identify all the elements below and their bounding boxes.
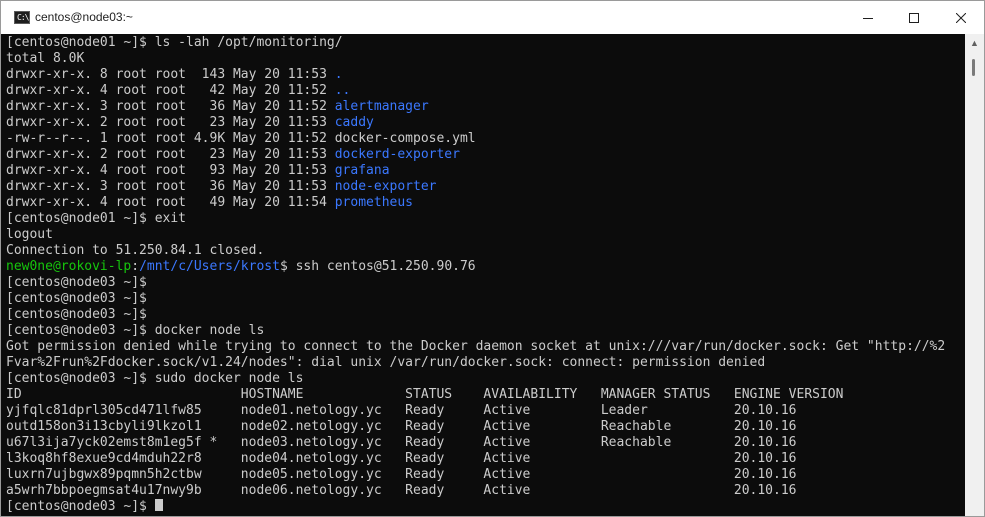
minimize-button[interactable] <box>845 1 891 34</box>
terminal-line: drwxr-xr-x. 2 root root 23 May 20 11:53 … <box>6 147 460 163</box>
terminal-line: total 8.0K <box>6 51 84 67</box>
terminal-text-segment: drwxr-xr-x. 4 root root 93 May 20 11:53 <box>6 163 335 178</box>
terminal-text-segment: drwxr-xr-x. 4 root root 49 May 20 11:54 <box>6 195 335 210</box>
terminal-window: C:\ centos@node03:~ [centos@node01 ~]$ l… <box>0 0 985 517</box>
terminal-text-segment: Connection to 51.250.84.1 closed. <box>6 243 265 258</box>
terminal-text-segment: Got permission denied while trying to co… <box>6 339 946 354</box>
terminal-line: [centos@node03 ~]$ <box>6 291 147 307</box>
terminal-text-segment: drwxr-xr-x. 3 root root 36 May 20 11:52 <box>6 99 335 114</box>
terminal-text-segment: . <box>334 67 343 82</box>
close-icon <box>956 12 966 23</box>
terminal-text-segment: : <box>131 259 140 274</box>
terminal-line: outd158on3i13cbyli9lkzol1 node02.netolog… <box>6 419 797 435</box>
terminal-line: drwxr-xr-x. 3 root root 36 May 20 11:52 … <box>6 99 429 115</box>
terminal-line: drwxr-xr-x. 8 root root 143 May 20 11:53… <box>6 67 343 83</box>
terminal-line: a5wrh7bbpoegmsat4u17nwy9b node06.netolog… <box>6 483 797 499</box>
terminal-text-segment: Fvar%2Frun%2Fdocker.sock/v1.24/nodes": d… <box>6 355 766 370</box>
terminal-line: u67l3ija7yck02emst8m1eg5f * node03.netol… <box>6 435 797 451</box>
terminal-text-segment: caddy <box>334 115 374 130</box>
terminal-line: [centos@node01 ~]$ exit <box>6 211 186 227</box>
terminal-text-segment: /mnt/c/Users/krost <box>139 259 280 274</box>
terminal-text-segment: -rw-r--r--. 1 root root 4.9K May 20 11:5… <box>6 131 476 146</box>
terminal-cursor <box>154 499 163 511</box>
terminal-text-segment: new0ne@rokovi-lp <box>6 259 132 274</box>
terminal-line: Got permission denied while trying to co… <box>6 339 945 355</box>
terminal-text-segment: total 8.0K <box>6 51 85 66</box>
terminal-line: yjfqlc81dprl305cd471lfw85 node01.netolog… <box>6 403 797 419</box>
terminal-text-segment: .. <box>334 83 351 98</box>
terminal-text-segment: u67l3ija7yck02emst8m1eg5f * node03.netol… <box>6 435 797 450</box>
terminal-line: [centos@node03 ~]$ <box>6 275 147 291</box>
terminal-text-segment: [centos@node01 ~]$ exit <box>6 211 187 226</box>
terminal-text-segment: [centos@node03 ~]$ <box>6 499 155 514</box>
minimize-icon <box>863 17 873 19</box>
terminal-line: [centos@node03 ~]$ <box>6 307 147 323</box>
terminal-text-segment: a5wrh7bbpoegmsat4u17nwy9b node06.netolog… <box>6 483 797 498</box>
terminal-text-segment: logout <box>6 227 53 242</box>
terminal-text-segment: drwxr-xr-x. 4 root root 42 May 20 11:52 <box>6 83 335 98</box>
terminal-output[interactable]: [centos@node01 ~]$ ls -lah /opt/monitori… <box>1 34 965 516</box>
terminal-line: l3koq8hf8exue9cd4mduh22r8 node04.netolog… <box>6 451 797 467</box>
title-bar[interactable]: C:\ centos@node03:~ <box>1 1 984 34</box>
terminal-line: Fvar%2Frun%2Fdocker.sock/v1.24/nodes": d… <box>6 355 765 371</box>
terminal-app-icon[interactable]: C:\ <box>14 11 30 24</box>
terminal-line: drwxr-xr-x. 2 root root 23 May 20 11:53 … <box>6 115 374 131</box>
terminal-line: Connection to 51.250.84.1 closed. <box>6 243 264 259</box>
terminal-text-segment: [centos@node03 ~]$ <box>6 291 147 306</box>
vertical-scrollbar[interactable]: ▲ <box>965 34 984 516</box>
terminal-text-segment: drwxr-xr-x. 2 root root 23 May 20 11:53 <box>6 147 335 162</box>
terminal-line: drwxr-xr-x. 3 root root 36 May 20 11:53 … <box>6 179 436 195</box>
terminal-text-segment: [centos@node03 ~]$ docker node ls <box>6 323 265 338</box>
terminal-text-segment: drwxr-xr-x. 3 root root 36 May 20 11:53 <box>6 179 335 194</box>
terminal-line: drwxr-xr-x. 4 root root 49 May 20 11:54 … <box>6 195 413 211</box>
terminal-line: logout <box>6 227 53 243</box>
terminal-line: [centos@node03 ~]$ sudo docker node ls <box>6 371 303 387</box>
terminal-text-segment: [centos@node03 ~]$ <box>6 275 147 290</box>
terminal-line: ID HOSTNAME STATUS AVAILABILITY MANAGER … <box>6 387 843 403</box>
terminal-text-segment: node-exporter <box>334 179 437 194</box>
scroll-up-arrow-icon[interactable]: ▲ <box>965 36 984 50</box>
terminal-line: drwxr-xr-x. 4 root root 93 May 20 11:53 … <box>6 163 390 179</box>
terminal-text-segment: grafana <box>334 163 390 178</box>
terminal-line: drwxr-xr-x. 4 root root 42 May 20 11:52 … <box>6 83 350 99</box>
terminal-line: -rw-r--r--. 1 root root 4.9K May 20 11:5… <box>6 131 476 147</box>
terminal-text-segment: $ ssh centos@51.250.90.76 <box>279 259 476 274</box>
terminal-text-segment: dockerd-exporter <box>334 147 460 162</box>
terminal-text-segment: [centos@node03 ~]$ sudo docker node ls <box>6 371 304 386</box>
terminal-text-segment: ID HOSTNAME STATUS AVAILABILITY MANAGER … <box>6 387 844 402</box>
terminal-text-segment: yjfqlc81dprl305cd471lfw85 node01.netolog… <box>6 403 797 418</box>
window-title: centos@node03:~ <box>35 10 133 24</box>
close-button[interactable] <box>938 1 984 34</box>
terminal-text-segment: prometheus <box>334 195 414 210</box>
maximize-button[interactable] <box>891 1 937 34</box>
terminal-text-segment: alertmanager <box>334 99 429 114</box>
terminal-text-segment: drwxr-xr-x. 8 root root 143 May 20 11:53 <box>6 67 335 82</box>
maximize-icon <box>909 12 919 23</box>
terminal-text-segment: l3koq8hf8exue9cd4mduh22r8 node04.netolog… <box>6 451 797 466</box>
terminal-line: [centos@node01 ~]$ ls -lah /opt/monitori… <box>6 35 343 51</box>
terminal-text-segment: drwxr-xr-x. 2 root root 23 May 20 11:53 <box>6 115 335 130</box>
terminal-text-segment: [centos@node03 ~]$ <box>6 307 147 322</box>
terminal-line: [centos@node03 ~]$ <box>6 499 163 515</box>
terminal-line: new0ne@rokovi-lp:/mnt/c/Users/krost$ ssh… <box>6 259 476 275</box>
terminal-text-segment: luxrn7ujbgwx89pqmn5h2ctbw node05.netolog… <box>6 467 797 482</box>
scroll-thumb[interactable] <box>972 59 975 76</box>
terminal-text-segment: [centos@node01 ~]$ ls -lah /opt/monitori… <box>6 35 343 50</box>
terminal-line: [centos@node03 ~]$ docker node ls <box>6 323 264 339</box>
terminal-line: luxrn7ujbgwx89pqmn5h2ctbw node05.netolog… <box>6 467 797 483</box>
terminal-text-segment: outd158on3i13cbyli9lkzol1 node02.netolog… <box>6 419 797 434</box>
